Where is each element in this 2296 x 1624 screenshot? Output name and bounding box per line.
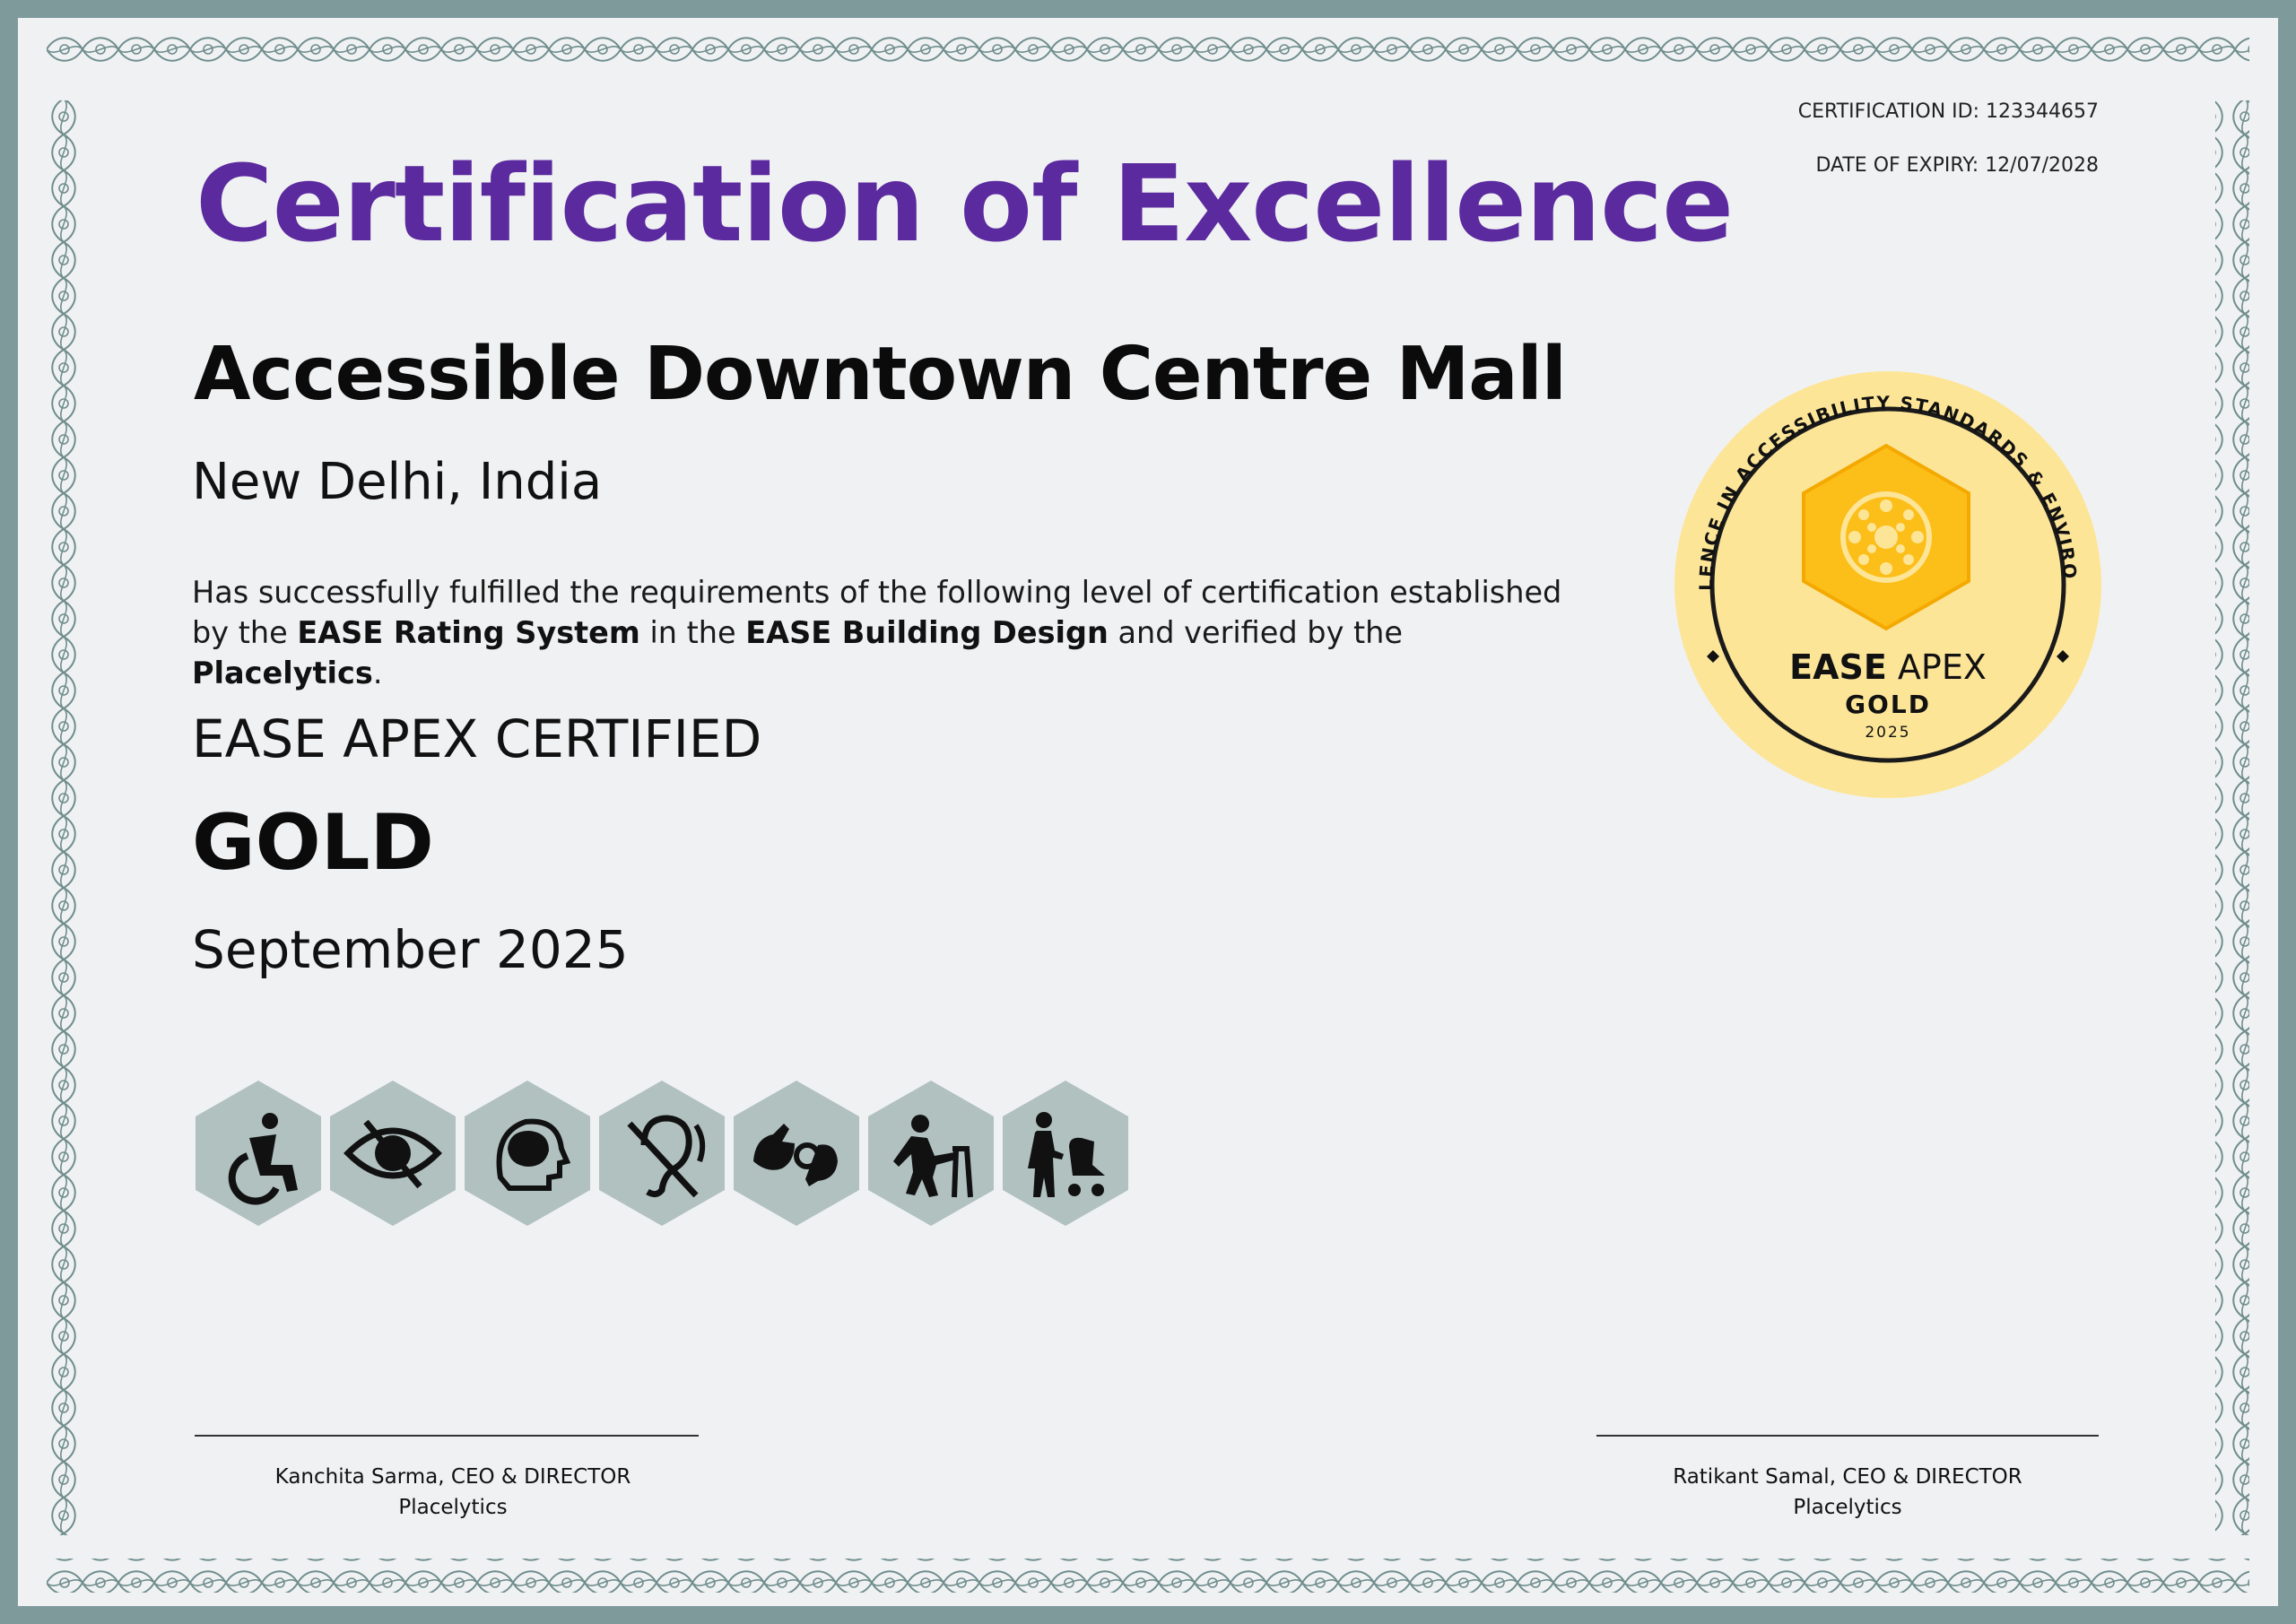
sign-language-icon [734, 1081, 859, 1226]
certification-level: GOLD [192, 798, 434, 888]
stroller-icon [1003, 1081, 1128, 1226]
statement-text: in the [639, 615, 746, 650]
building-design-name: EASE Building Design [745, 615, 1109, 650]
signature-line-right [1596, 1435, 2099, 1437]
signatory-right: Ratikant Samal, CEO & DIRECTOR Placelyti… [1578, 1462, 2117, 1523]
rating-system-name: EASE Rating System [297, 615, 640, 650]
expiry-date: DATE OF EXPIRY: 12/07/2028 [1815, 154, 2099, 177]
hearing-impairment-icon [599, 1081, 725, 1226]
seal-year: 2025 [1865, 724, 1910, 742]
signatory-name: Ratikant Samal, CEO & DIRECTOR [1673, 1465, 2022, 1489]
signatory-name: Kanchita Sarma, CEO & DIRECTOR [274, 1465, 631, 1489]
statement-text: and verified by the [1108, 615, 1404, 650]
seal-level: GOLD [1845, 690, 1931, 719]
certificate-page: CERTIFICATION ID: 123344657 DATE OF EXPI… [0, 0, 2296, 1624]
signatory-org: Placelytics [398, 1496, 508, 1519]
certificate-title: Certification of Excellence [196, 142, 1734, 265]
statement-text: . [372, 656, 383, 690]
building-name: Accessible Downtown Centre Mall [194, 332, 1567, 417]
certified-label: EASE APEX CERTIFIED [192, 708, 762, 769]
wheelchair-icon [196, 1081, 321, 1226]
walker-icon [868, 1081, 994, 1226]
signatory-left: Kanchita Sarma, CEO & DIRECTOR Placelyti… [184, 1462, 722, 1523]
signatory-org: Placelytics [1793, 1496, 1902, 1519]
certification-statement: Has successfully fulfilled the requireme… [192, 572, 1591, 693]
seal-program-name: EASE APEX [1789, 647, 1987, 687]
accessibility-icons-row [196, 1081, 1128, 1226]
verifier-name: Placelytics [192, 656, 373, 690]
ease-apex-gold-seal: EXCELLENCE IN ACCESSIBILITY STANDARDS & … [1673, 369, 2101, 798]
cognitive-icon [465, 1081, 590, 1226]
visual-impairment-icon [330, 1081, 456, 1226]
signature-line-left [195, 1435, 699, 1437]
building-location: New Delhi, India [192, 453, 603, 511]
certification-id: CERTIFICATION ID: 123344657 [1797, 100, 2099, 123]
seal-emblem [1840, 491, 1932, 583]
issue-date: September 2025 [192, 919, 629, 980]
